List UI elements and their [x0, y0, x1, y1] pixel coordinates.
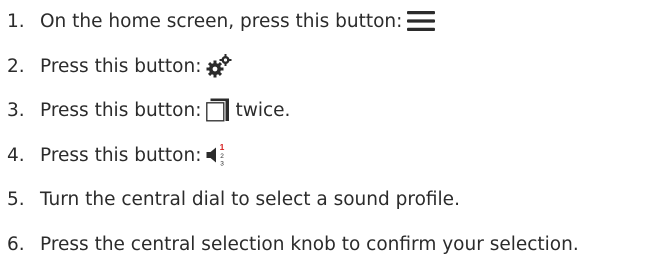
- step-2: 2. Press this button:: [0, 51, 232, 81]
- sound-profile-number-1: 1: [220, 142, 225, 152]
- step-suffix: twice.: [235, 99, 291, 121]
- sound-profile-icon: 1 2 3: [206, 142, 228, 168]
- sound-profile-number-2: 2: [221, 153, 225, 160]
- step-number: 1.: [7, 10, 25, 32]
- step-4: 4. Press this button: 1 2 3: [0, 140, 228, 170]
- step-number: 2.: [7, 55, 25, 77]
- sound-profile-number-3: 3: [221, 161, 225, 168]
- step-text: Press this button:: [40, 99, 202, 121]
- step-text: Press the central selection knob to conf…: [40, 233, 579, 255]
- step-number: 5.: [7, 188, 25, 210]
- step-6: 6. Press the central selection knob to c…: [0, 229, 579, 259]
- step-number: 3.: [7, 99, 25, 121]
- menu-icon: [407, 10, 436, 32]
- step-text: Turn the central dial to select a sound …: [40, 188, 460, 210]
- step-text: On the home screen, press this button:: [40, 10, 403, 32]
- step-text: Press this button:: [40, 55, 202, 77]
- step-1: 1. On the home screen, press this button…: [0, 6, 436, 36]
- settings-gears-icon: [206, 54, 232, 78]
- step-number: 6.: [7, 233, 25, 255]
- step-5: 5. Turn the central dial to select a sou…: [0, 184, 460, 214]
- step-text: Press this button:: [40, 144, 202, 166]
- step-number: 4.: [7, 144, 25, 166]
- window-icon: [206, 98, 230, 122]
- step-3: 3. Press this button: twice.: [0, 95, 290, 125]
